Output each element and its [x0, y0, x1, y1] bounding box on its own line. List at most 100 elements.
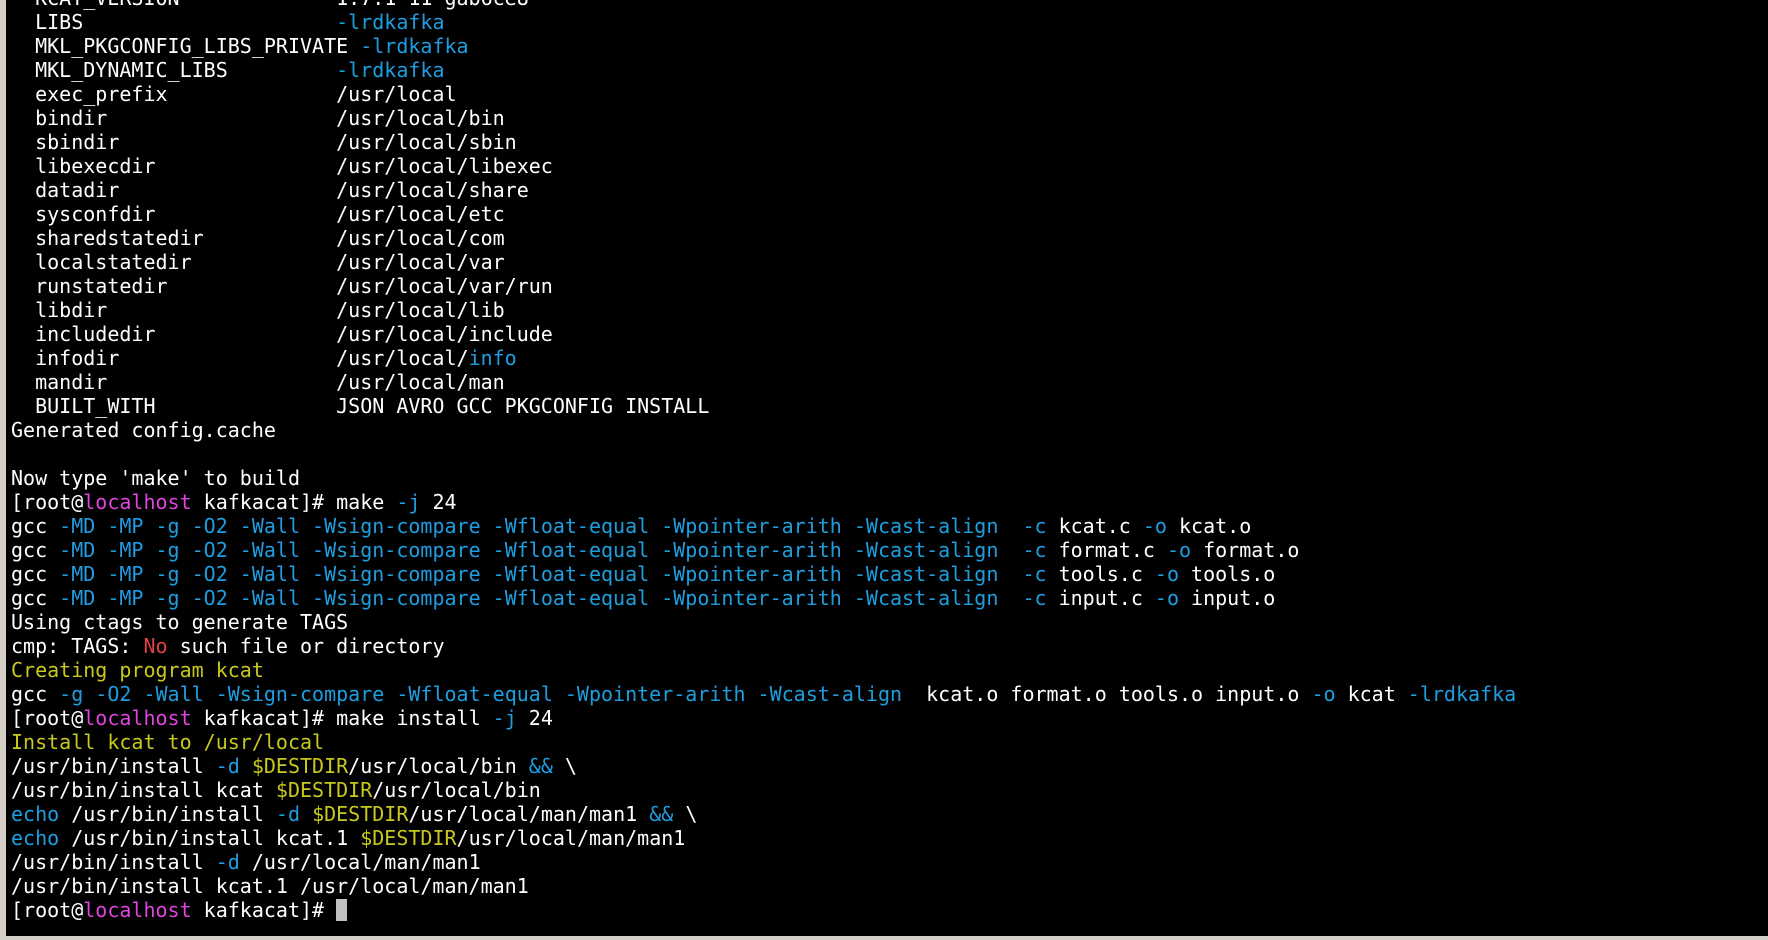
- terminal-text-segment: input.o: [1179, 586, 1276, 610]
- terminal-line: MKL_DYNAMIC_LIBS -lrdkafka: [11, 58, 1768, 82]
- terminal-line: runstatedir /usr/local/var/run: [11, 274, 1768, 298]
- terminal-text-segment: echo: [11, 802, 60, 826]
- terminal-text-segment: &&: [528, 754, 553, 778]
- terminal-text-segment: $DESTDIR: [275, 778, 373, 802]
- terminal-text-segment: /usr/local/man/man1: [456, 826, 686, 850]
- terminal-text-segment: -o: [1311, 682, 1336, 706]
- terminal-text-segment: LIBS: [11, 10, 337, 34]
- terminal-text-segment: /usr/bin/install: [11, 754, 216, 778]
- terminal-line: includedir /usr/local/include: [11, 322, 1768, 346]
- terminal-text-segment: Install kcat to /usr/local: [11, 730, 325, 754]
- terminal-text-segment: 24: [516, 706, 553, 730]
- terminal-text-segment: -o: [1154, 562, 1180, 586]
- terminal-text-segment: gcc: [11, 514, 60, 538]
- terminal-text-segment: kcat.o format.o tools.o input.o: [902, 682, 1312, 706]
- terminal-text-segment: -j: [396, 490, 421, 514]
- terminal-line: gcc -MD -MP -g -O2 -Wall -Wsign-compare …: [11, 514, 1768, 538]
- terminal-text-segment: libdir /usr/local/lib: [11, 298, 505, 322]
- terminal-text-segment: No: [143, 634, 168, 658]
- terminal-line: Creating program kcat: [11, 658, 1768, 682]
- terminal-text-segment: /usr/local/bin: [372, 778, 541, 802]
- terminal-line: infodir /usr/local/info: [11, 346, 1768, 370]
- terminal-text-segment: -d: [215, 754, 240, 778]
- terminal-line: Install kcat to /usr/local: [11, 730, 1768, 754]
- terminal-line: gcc -g -O2 -Wall -Wsign-compare -Wfloat-…: [11, 682, 1768, 706]
- terminal-line: echo /usr/bin/install -d $DESTDIR/usr/lo…: [11, 802, 1768, 826]
- terminal-text-segment: -j: [492, 706, 517, 730]
- terminal-text-segment: Using ctags to generate TAGS: [11, 610, 349, 634]
- terminal-text-segment: exec_prefix /usr/local: [11, 82, 457, 106]
- terminal-cursor[interactable]: [336, 899, 348, 921]
- terminal-text-segment: /usr/bin/install: [11, 850, 216, 874]
- terminal-line: localstatedir /usr/local/var: [11, 250, 1768, 274]
- terminal-text-segment: sharedstatedir /usr/local/com: [11, 226, 505, 250]
- terminal-line: /usr/bin/install -d /usr/local/man/man1: [11, 850, 1768, 874]
- terminal-text-segment: MKL_PKGCONFIG_LIBS_PRIVATE: [11, 34, 361, 58]
- terminal-line: /usr/bin/install kcat $DESTDIR/usr/local…: [11, 778, 1768, 802]
- terminal-text-segment: cmp: TAGS:: [11, 634, 144, 658]
- terminal-text-segment: -lrdkafka: [336, 10, 445, 34]
- terminal-text-segment: infodir /usr/local/: [11, 346, 469, 370]
- terminal-text-segment: Now type 'make' to build: [11, 466, 300, 490]
- terminal-text-segment: localhost: [83, 706, 192, 730]
- terminal-line: libexecdir /usr/local/libexec: [11, 154, 1768, 178]
- terminal-line: bindir /usr/local/bin: [11, 106, 1768, 130]
- terminal-text-segment: runstatedir /usr/local/var/run: [11, 274, 553, 298]
- terminal-text-segment: Creating program kcat: [11, 658, 264, 682]
- terminal-line: Now type 'make' to build: [11, 466, 1768, 490]
- terminal-text-segment: Generated config.cache: [11, 418, 276, 442]
- terminal-text-segment: [root@: [11, 898, 84, 922]
- terminal-text-segment: gcc: [11, 562, 60, 586]
- terminal-text-segment: localhost: [83, 898, 192, 922]
- terminal-output[interactable]: KCAT_VERSION 1.7.1-11-gab6ce8 LIBS -lrdk…: [11, 0, 1768, 922]
- terminal-line: gcc -MD -MP -g -O2 -Wall -Wsign-compare …: [11, 586, 1768, 610]
- terminal-text-segment: BUILT_WITH JSON AVRO GCC PKGCONFIG INSTA…: [11, 394, 710, 418]
- terminal-text-segment: -d: [215, 850, 240, 874]
- terminal-text-segment: sysconfdir /usr/local/etc: [11, 202, 505, 226]
- terminal-text-segment: /usr/local/bin: [348, 754, 529, 778]
- terminal-text-segment: &&: [649, 802, 674, 826]
- terminal-text-segment: localhost: [83, 490, 192, 514]
- terminal-line: sysconfdir /usr/local/etc: [11, 202, 1768, 226]
- terminal-text-segment: tools.c: [1046, 562, 1155, 586]
- terminal-text-segment: kcat: [1335, 682, 1408, 706]
- terminal-text-segment: /usr/bin/install kcat.1 /usr/local/man/m…: [11, 874, 529, 898]
- terminal-line: [root@localhost kafkacat]# make install …: [11, 706, 1768, 730]
- terminal-line: [root@localhost kafkacat]#: [11, 898, 1768, 922]
- terminal-text-segment: MKL_DYNAMIC_LIBS: [11, 58, 337, 82]
- terminal-text-segment: libexecdir /usr/local/libexec: [11, 154, 553, 178]
- terminal-text-segment: echo: [11, 826, 60, 850]
- terminal-text-segment: $DESTDIR: [360, 826, 457, 850]
- terminal-text-segment: -MD -MP -g -O2 -Wall -Wsign-compare -Wfl…: [59, 538, 1047, 562]
- terminal-line: libdir /usr/local/lib: [11, 298, 1768, 322]
- terminal-text-segment: -o: [1142, 514, 1167, 538]
- terminal-text-segment: -o: [1166, 538, 1192, 562]
- terminal-text-segment: format.c: [1046, 538, 1167, 562]
- terminal-text-segment: -g -O2 -Wall -Wsign-compare -Wfloat-equa…: [59, 682, 903, 706]
- terminal-text-segment: /usr/bin/install kcat: [11, 778, 276, 802]
- terminal-text-segment: \: [673, 802, 698, 826]
- terminal-text-segment: gcc: [11, 682, 60, 706]
- terminal-text-segment: -MD -MP -g -O2 -Wall -Wsign-compare -Wfl…: [59, 514, 1047, 538]
- terminal-line: /usr/bin/install -d $DESTDIR/usr/local/b…: [11, 754, 1768, 778]
- terminal-text-segment: /usr/bin/install: [59, 802, 276, 826]
- terminal-line: Generated config.cache: [11, 418, 1768, 442]
- terminal-text-segment: bindir /usr/local/bin: [11, 106, 505, 130]
- terminal-text-segment: /usr/bin/install kcat.1: [59, 826, 361, 850]
- terminal-line: /usr/bin/install kcat.1 /usr/local/man/m…: [11, 874, 1768, 898]
- terminal-text-segment: [root@: [11, 706, 84, 730]
- terminal-text-segment: -MD -MP -g -O2 -Wall -Wsign-compare -Wfl…: [59, 586, 1047, 610]
- terminal-text-segment: tools.o: [1179, 562, 1276, 586]
- terminal-text-segment: sbindir /usr/local/sbin: [11, 130, 517, 154]
- terminal-text-segment: -MD -MP -g -O2 -Wall -Wsign-compare -Wfl…: [59, 562, 1047, 586]
- terminal-window[interactable]: KCAT_VERSION 1.7.1-11-gab6ce8 LIBS -lrdk…: [0, 0, 1768, 940]
- terminal-text-segment: datadir /usr/local/share: [11, 178, 529, 202]
- terminal-line: KCAT_VERSION 1.7.1-11-gab6ce8: [11, 0, 1768, 10]
- terminal-line: [root@localhost kafkacat]# make -j 24: [11, 490, 1768, 514]
- terminal-text-segment: -lrdkafka: [1407, 682, 1517, 706]
- terminal-line: LIBS -lrdkafka: [11, 10, 1768, 34]
- terminal-text-segment: format.o: [1191, 538, 1300, 562]
- terminal-text-segment: input.c: [1046, 586, 1155, 610]
